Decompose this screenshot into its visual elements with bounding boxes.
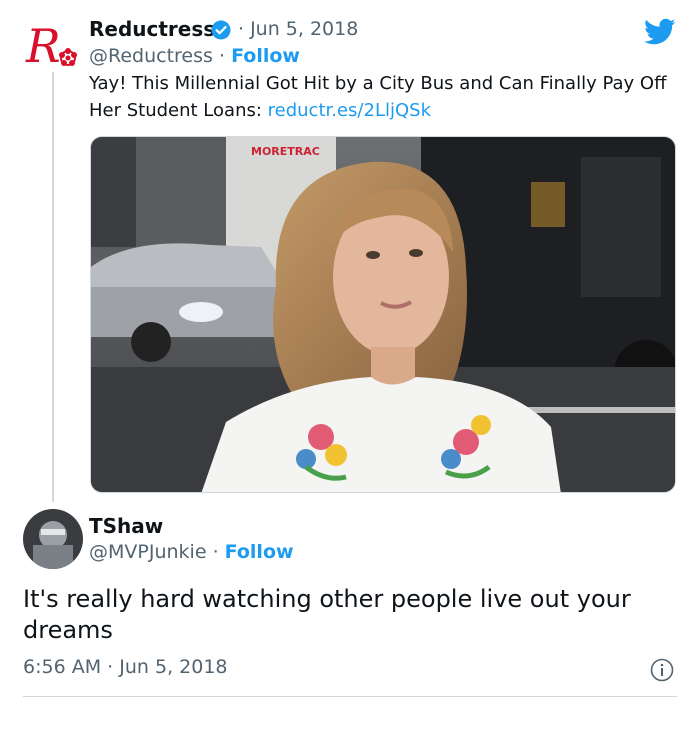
tweet-photo[interactable]: MORETRAC bbox=[90, 136, 676, 493]
tweet-text: Yay! This Millennial Got Hit by a City B… bbox=[89, 70, 689, 124]
tweet-date[interactable]: · Jun 5, 2018 bbox=[238, 18, 358, 40]
divider bbox=[23, 696, 677, 697]
reply-author-handle[interactable]: @MVPJunkie bbox=[89, 541, 207, 563]
reductress-logo-icon[interactable]: R bbox=[24, 18, 82, 74]
reply-time: 6:56 AM bbox=[23, 656, 102, 678]
verified-badge-icon bbox=[211, 20, 231, 40]
reply-follow-button[interactable]: Follow bbox=[225, 541, 294, 563]
handle-row: @Reductress · Follow bbox=[89, 45, 300, 67]
info-icon[interactable] bbox=[650, 658, 674, 682]
separator-dot: · bbox=[107, 656, 120, 678]
separator-dot: · bbox=[218, 45, 232, 67]
svg-text:MORETRAC: MORETRAC bbox=[251, 145, 320, 158]
follow-button[interactable]: Follow bbox=[231, 45, 300, 67]
twitter-bird-icon[interactable] bbox=[644, 18, 676, 46]
article-link[interactable]: reductr.es/2LljQSk bbox=[268, 100, 431, 121]
separator-dot: · bbox=[212, 541, 225, 563]
author-handle[interactable]: @Reductress bbox=[89, 45, 213, 67]
thread-connector-line bbox=[52, 72, 54, 502]
reply-tweet-text: It's really hard watching other people l… bbox=[23, 585, 631, 644]
reply-author-name[interactable]: TShaw bbox=[89, 514, 163, 538]
author-name[interactable]: Reductress bbox=[89, 17, 215, 41]
reply-author-avatar[interactable] bbox=[23, 509, 83, 569]
reply-timestamp[interactable]: 6:56 AM · Jun 5, 2018 bbox=[23, 656, 228, 678]
reply-date: Jun 5, 2018 bbox=[119, 656, 228, 678]
reply-handle-row: @MVPJunkie · Follow bbox=[89, 541, 294, 563]
svg-text:R: R bbox=[25, 19, 61, 73]
